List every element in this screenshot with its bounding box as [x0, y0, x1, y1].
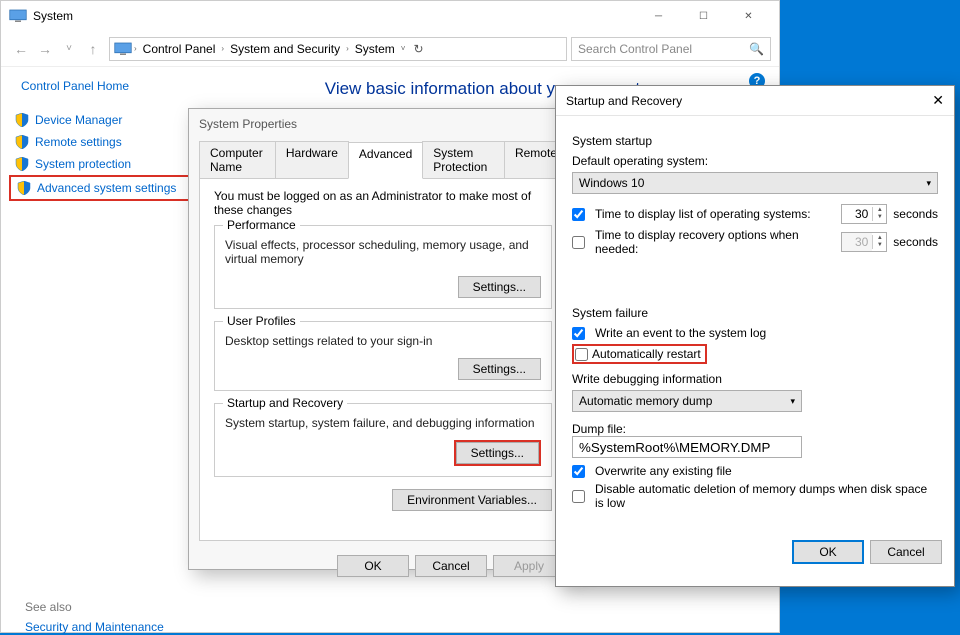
time-recovery-label: Time to display recovery options when ne…: [595, 228, 835, 256]
group-title: Startup and Recovery: [223, 396, 347, 410]
nav-toolbar: ← → ˅ ↑ › Control Panel › System and Sec…: [1, 31, 779, 67]
overwrite-checkbox[interactable]: [572, 465, 585, 478]
sidebar-item-label: System protection: [35, 157, 131, 171]
performance-settings-button[interactable]: Settings...: [458, 276, 541, 298]
group-desc: Visual effects, processor scheduling, me…: [225, 238, 541, 266]
user-profiles-group: User Profiles Desktop settings related t…: [214, 321, 552, 391]
search-input[interactable]: Search Control Panel 🔍: [571, 37, 771, 61]
security-maintenance-link[interactable]: Security and Maintenance: [25, 620, 164, 634]
tab-computer-name[interactable]: Computer Name: [199, 141, 276, 178]
auto-restart-label: Automatically restart: [592, 347, 701, 361]
tab-strip: Computer Name Hardware Advanced System P…: [199, 141, 567, 179]
tab-system-protection[interactable]: System Protection: [422, 141, 505, 178]
write-event-label: Write an event to the system log: [595, 326, 766, 340]
dump-file-input[interactable]: [572, 436, 802, 458]
environment-variables-button[interactable]: Environment Variables...: [392, 489, 552, 511]
system-icon: [9, 9, 27, 23]
tab-hardware[interactable]: Hardware: [275, 141, 349, 178]
chevron-right-icon: ›: [344, 44, 351, 53]
chevron-right-icon: ›: [219, 44, 226, 53]
time-list-checkbox[interactable]: [572, 208, 585, 221]
default-os-dropdown[interactable]: Windows 10 ▾: [572, 172, 938, 194]
window-title: System: [33, 9, 73, 23]
up-button[interactable]: ↑: [81, 37, 105, 61]
chevron-right-icon: ›: [132, 44, 139, 53]
time-recovery-spinner: ▲▼: [841, 232, 887, 252]
control-panel-home-link[interactable]: Control Panel Home: [9, 79, 193, 93]
minimize-button[interactable]: ─: [636, 1, 681, 31]
address-bar[interactable]: › Control Panel › System and Security › …: [109, 37, 567, 61]
dump-type-dropdown[interactable]: Automatic memory dump ▾: [572, 390, 802, 412]
startup-recovery-settings-button[interactable]: Settings...: [456, 442, 539, 464]
ok-button[interactable]: OK: [337, 555, 409, 577]
write-debug-label: Write debugging information: [572, 372, 938, 386]
sidebar-item-device-manager[interactable]: Device Manager: [9, 109, 193, 131]
shield-icon: [15, 157, 29, 171]
dump-file-label: Dump file:: [572, 422, 938, 436]
group-desc: Desktop settings related to your sign-in: [225, 334, 541, 348]
sidebar-item-system-protection[interactable]: System protection: [9, 153, 193, 175]
refresh-icon[interactable]: ↻: [413, 42, 423, 56]
search-placeholder: Search Control Panel: [578, 42, 692, 56]
sidebar-item-label: Remote settings: [35, 135, 122, 149]
time-list-value[interactable]: [842, 205, 872, 223]
dropdown-value: Automatic memory dump: [579, 394, 712, 408]
crumb-control-panel[interactable]: Control Panel: [139, 40, 220, 58]
system-startup-label: System startup: [572, 134, 938, 148]
startup-recovery-group: Startup and Recovery System startup, sys…: [214, 403, 552, 477]
sidebar-item-remote-settings[interactable]: Remote settings: [9, 131, 193, 153]
monitor-icon: [114, 42, 132, 56]
write-event-checkbox[interactable]: [572, 327, 585, 340]
disable-deletion-checkbox[interactable]: [572, 490, 585, 503]
time-recovery-value: [842, 233, 872, 251]
sidebar-item-label: Advanced system settings: [37, 181, 176, 195]
group-title: Performance: [223, 218, 300, 232]
dialog-title: Startup and Recovery: [566, 94, 682, 108]
system-failure-label: System failure: [572, 306, 938, 320]
admin-note: You must be logged on as an Administrato…: [214, 189, 552, 217]
forward-button[interactable]: →: [33, 37, 57, 61]
time-recovery-checkbox[interactable]: [572, 236, 585, 249]
crumb-system[interactable]: System: [351, 40, 399, 58]
default-os-label: Default operating system:: [572, 154, 938, 168]
recent-dropdown[interactable]: ˅: [57, 37, 81, 61]
group-desc: System startup, system failure, and debu…: [225, 416, 541, 430]
sidebar-item-advanced-system-settings[interactable]: Advanced system settings: [9, 175, 193, 201]
shield-icon: [15, 113, 29, 127]
dialog-title: System Properties: [189, 109, 577, 135]
titlebar: System ─ ☐ ✕: [1, 1, 779, 31]
overwrite-label: Overwrite any existing file: [595, 464, 732, 478]
close-icon[interactable]: ✕: [932, 92, 944, 109]
startup-recovery-dialog: Startup and Recovery ✕ System startup De…: [555, 85, 955, 587]
time-list-label: Time to display list of operating system…: [595, 207, 835, 221]
dropdown-value: Windows 10: [579, 176, 644, 190]
crumb-system-security[interactable]: System and Security: [226, 40, 344, 58]
sidebar: Control Panel Home Device Manager Remote…: [1, 67, 201, 632]
cancel-button[interactable]: Cancel: [870, 540, 942, 564]
time-list-spinner[interactable]: ▲▼: [841, 204, 887, 224]
chevron-down-icon: ▾: [790, 396, 795, 407]
maximize-button[interactable]: ☐: [681, 1, 726, 31]
auto-restart-checkbox[interactable]: [575, 348, 588, 361]
shield-icon: [15, 135, 29, 149]
seconds-label: seconds: [893, 235, 938, 249]
chevron-down-icon: ▾: [926, 178, 931, 189]
disable-deletion-label: Disable automatic deletion of memory dum…: [595, 482, 938, 510]
chevron-down-icon[interactable]: ˅: [399, 44, 408, 53]
system-properties-dialog: System Properties Computer Name Hardware…: [188, 108, 578, 570]
ok-button[interactable]: OK: [792, 540, 864, 564]
user-profiles-settings-button[interactable]: Settings...: [458, 358, 541, 380]
back-button[interactable]: ←: [9, 37, 33, 61]
search-icon: 🔍: [749, 42, 764, 56]
tab-advanced[interactable]: Advanced: [348, 142, 423, 179]
seconds-label: seconds: [893, 207, 938, 221]
see-also-label: See also: [25, 600, 72, 614]
group-title: User Profiles: [223, 314, 300, 328]
performance-group: Performance Visual effects, processor sc…: [214, 225, 552, 309]
sidebar-item-label: Device Manager: [35, 113, 122, 127]
cancel-button[interactable]: Cancel: [415, 555, 487, 577]
shield-icon: [17, 181, 31, 195]
close-button[interactable]: ✕: [726, 1, 771, 31]
